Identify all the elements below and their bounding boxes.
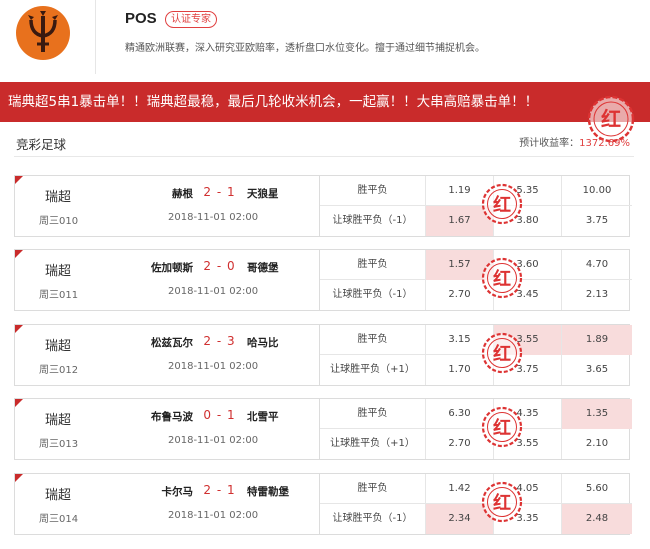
bet-type-label: 让球胜平负（+1）: [320, 355, 426, 385]
bet-type-label: 让球胜平负（-1）: [320, 504, 426, 534]
match-score: 2 - 3: [203, 334, 236, 348]
home-team: 布鲁马波: [151, 411, 193, 423]
odds-cell[interactable]: 5.60: [562, 474, 632, 504]
odds-table: 胜平负 1.42 4.05 5.60 让球胜平负（-1） 2.34 3.35 2.48 红: [319, 474, 632, 534]
match-score: 0 - 1: [203, 408, 236, 422]
odds-row: 让球胜平负（-1） 2.34 3.35 2.48: [320, 504, 632, 534]
odds-row: 胜平负 1.42 4.05 5.60: [320, 474, 632, 504]
match-code: 周三013: [39, 439, 79, 450]
win-stamp-icon: 红: [481, 406, 523, 448]
kickoff-time: 2018-11-01 02:00: [168, 212, 259, 223]
kickoff-time: 2018-11-01 02:00: [168, 510, 259, 521]
league-name: 瑞超: [45, 190, 72, 205]
away-team: 特雷勒堡: [247, 486, 289, 498]
expert-header: POS 认证专家 精通欧洲联赛，深入研究亚欧赔率，透析盘口水位变化。擅于通过细节…: [0, 0, 650, 80]
corner-marker: [15, 325, 23, 333]
bet-type-label: 胜平负: [320, 474, 426, 504]
match-row[interactable]: 瑞超 周三012 松兹瓦尔 2 - 3 哈马比 2018-11-01 02:00…: [14, 324, 632, 386]
odds-cell[interactable]: 4.70: [562, 250, 632, 280]
stamp-char: 红: [493, 417, 511, 439]
expected-yield: 预计收益率：1372.69%: [519, 134, 630, 149]
home-team: 佐加顿斯: [151, 262, 193, 274]
match-row[interactable]: 瑞超 周三010 赫根 2 - 1 天狼星 2018-11-01 02:00 胜…: [14, 175, 632, 237]
kickoff-time: 2018-11-01 02:00: [168, 435, 259, 446]
bet-type-label: 胜平负: [320, 325, 426, 355]
odds-row: 胜平负 1.57 3.60 4.70: [320, 250, 632, 280]
odds-row: 让球胜平负（-1） 2.70 3.45 2.13: [320, 280, 632, 310]
match-score: 2 - 1: [203, 483, 236, 497]
odds-table: 胜平负 1.19 5.35 10.00 让球胜平负（-1） 1.67 3.80 3.75 红: [319, 176, 632, 236]
odds-cell[interactable]: 10.00: [562, 176, 632, 206]
odds-table: 胜平负 6.30 4.35 1.35 让球胜平负（+1） 2.70 3.55 2.10 红: [319, 399, 632, 459]
stamp-char: 红: [601, 107, 621, 131]
bet-type-label: 胜平负: [320, 176, 426, 206]
odds-table: 胜平负 3.15 3.55 1.89 让球胜平负（+1） 1.70 3.75 3.65 红: [319, 325, 632, 385]
stamp-char: 红: [493, 194, 511, 216]
stamp-char: 红: [493, 492, 511, 514]
certified-badge: 认证专家: [165, 11, 217, 28]
odds-row: 胜平负 6.30 4.35 1.35: [320, 399, 632, 429]
corner-marker: [15, 399, 23, 407]
odds-row: 胜平负 1.19 5.35 10.00: [320, 176, 632, 206]
yield-value: 1372.69%: [579, 138, 630, 149]
odds-row: 让球胜平负（+1） 2.70 3.55 2.10: [320, 429, 632, 459]
bet-type-label: 胜平负: [320, 250, 426, 280]
header-divider: [95, 0, 96, 74]
bet-type-label: 胜平负: [320, 399, 426, 429]
league-name: 瑞超: [45, 339, 72, 354]
kickoff-time: 2018-11-01 02:00: [168, 286, 259, 297]
match-code: 周三010: [39, 216, 79, 227]
home-team: 赫根: [172, 188, 193, 200]
match-code: 周三011: [39, 290, 79, 301]
section-divider: [14, 156, 634, 157]
away-team: 哈马比: [247, 337, 279, 349]
match-row[interactable]: 瑞超 周三013 布鲁马波 0 - 1 北雪平 2018-11-01 02:00…: [14, 398, 632, 460]
odds-cell[interactable]: 1.89: [562, 325, 632, 355]
stamp-char: 红: [493, 343, 511, 365]
match-code: 周三014: [39, 514, 79, 525]
corner-marker: [15, 250, 23, 258]
corner-marker: [15, 176, 23, 184]
odds-table: 胜平负 1.57 3.60 4.70 让球胜平负（-1） 2.70 3.45 2.13 红: [319, 250, 632, 310]
bet-type-label: 让球胜平负（+1）: [320, 429, 426, 459]
win-stamp-icon: 红: [481, 257, 523, 299]
home-team: 卡尔马: [161, 486, 194, 498]
expert-description: 精通欧洲联赛，深入研究亚欧赔率，透析盘口水位变化。擅于通过细节捕捉机会。: [125, 43, 485, 54]
win-stamp-icon: 红: [481, 183, 523, 225]
bet-type-label: 让球胜平负（-1）: [320, 280, 426, 310]
away-team: 北雪平: [247, 411, 279, 423]
bet-type-label: 让球胜平负（-1）: [320, 206, 426, 236]
plan-title-banner: 瑞典超5串1暴击单！！瑞典超最稳，最后几轮收米机会，一起赢！！大串高赔暴击单！！: [0, 82, 650, 122]
odds-cell[interactable]: 1.35: [562, 399, 632, 429]
odds-row: 胜平负 3.15 3.55 1.89: [320, 325, 632, 355]
match-row[interactable]: 瑞超 周三011 佐加顿斯 2 - 0 哥德堡 2018-11-01 02:00…: [14, 249, 632, 311]
odds-cell[interactable]: 3.75: [562, 206, 632, 236]
league-name: 瑞超: [45, 264, 72, 279]
win-stamp-icon: 红: [481, 481, 523, 523]
league-name: 瑞超: [45, 488, 72, 503]
stamp-char: 红: [493, 268, 511, 290]
match-row[interactable]: 瑞超 周三014 卡尔马 2 - 1 特雷勒堡 2018-11-01 02:00…: [14, 473, 632, 535]
section-title: 竞彩足球: [16, 137, 67, 152]
corner-marker: [15, 474, 23, 482]
odds-row: 让球胜平负（+1） 1.70 3.75 3.65: [320, 355, 632, 385]
odds-cell[interactable]: 3.65: [562, 355, 632, 385]
match-score: 2 - 1: [203, 185, 236, 199]
yield-label: 预计收益率：: [519, 138, 580, 149]
away-team: 哥德堡: [247, 262, 279, 274]
match-score: 2 - 0: [203, 259, 236, 273]
odds-cell[interactable]: 2.13: [562, 280, 632, 310]
trident-logo-icon: [28, 11, 58, 52]
away-team: 天狼星: [247, 188, 279, 200]
home-team: 松兹瓦尔: [151, 337, 193, 349]
win-stamp-icon: 红: [481, 332, 523, 374]
odds-cell[interactable]: 2.48: [562, 504, 632, 534]
expert-name[interactable]: POS: [125, 10, 157, 27]
avatar[interactable]: [16, 6, 70, 60]
match-code: 周三012: [39, 365, 79, 376]
kickoff-time: 2018-11-01 02:00: [168, 361, 259, 372]
odds-row: 让球胜平负（-1） 1.67 3.80 3.75: [320, 206, 632, 236]
odds-cell[interactable]: 2.10: [562, 429, 632, 459]
league-name: 瑞超: [45, 413, 72, 428]
